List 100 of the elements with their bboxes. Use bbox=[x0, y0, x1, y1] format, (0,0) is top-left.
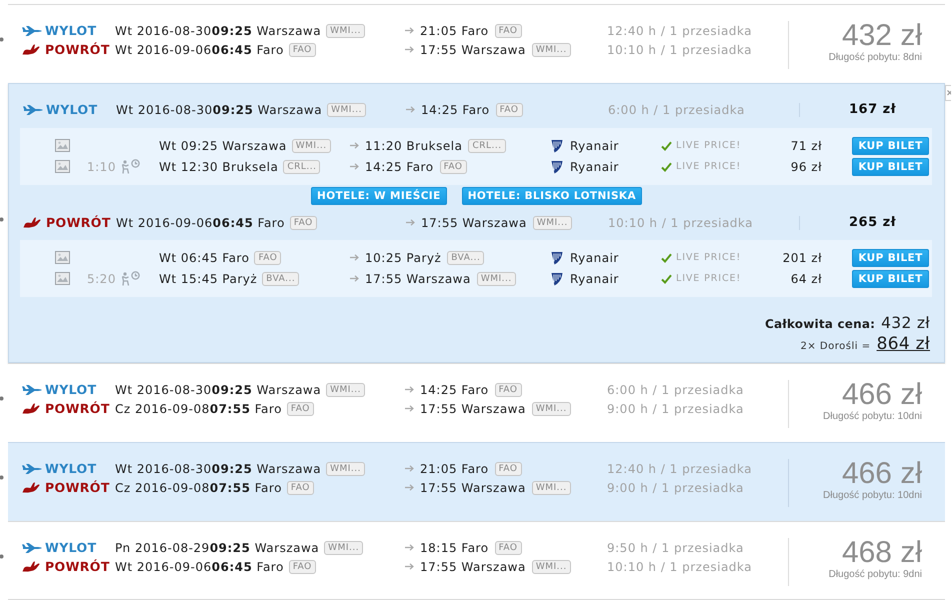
airport-tag: FAO bbox=[494, 462, 522, 476]
harp-icon bbox=[551, 160, 563, 174]
airport-tag: FAO bbox=[290, 216, 317, 230]
airport-tag: WMI... bbox=[326, 24, 366, 38]
leg-price: 265 zł bbox=[849, 215, 896, 230]
direction-label: POWRÓT bbox=[45, 559, 111, 574]
segment-price: 96 zł bbox=[790, 160, 822, 174]
airport-tag: WMI... bbox=[532, 560, 571, 574]
airport-tag: WMI... bbox=[327, 102, 366, 116]
buy-ticket-button[interactable]: KUP BILET bbox=[852, 158, 929, 176]
duration-text: 12:40 h / 1 przesiadka bbox=[607, 24, 752, 38]
arrow-icon bbox=[350, 142, 359, 149]
airline-name: Ryanair bbox=[570, 250, 619, 264]
layover-time: 1:10 bbox=[87, 160, 116, 174]
direction-label: POWRÓT bbox=[45, 480, 111, 495]
arrow-icon bbox=[405, 563, 414, 570]
airport-tag: WMI... bbox=[532, 42, 571, 56]
direction-label: WYLOT bbox=[45, 23, 98, 38]
departure-text: Wt 2016-08-3009:25 Warszawa bbox=[116, 102, 322, 116]
live-price-label: LIVE PRICE! bbox=[676, 252, 742, 263]
duration-text: 12:40 h / 1 przesiadka bbox=[607, 462, 752, 476]
airport-tag: WMI... bbox=[476, 272, 516, 286]
airport-tag: FAO bbox=[440, 160, 466, 174]
segment-price: 201 zł bbox=[782, 250, 822, 264]
airport-tag: WMI... bbox=[532, 480, 571, 494]
harp-icon bbox=[551, 138, 563, 152]
segment-arrival: 14:25 Faro bbox=[365, 160, 434, 174]
hotel-button[interactable]: HOTELE: BLISKO LOTNISKA bbox=[462, 187, 642, 205]
arrow-icon bbox=[405, 405, 414, 412]
airport-tag: FAO bbox=[494, 382, 522, 396]
check-icon bbox=[661, 162, 672, 172]
departure-text: Wt 2016-08-3009:25 Warszawa bbox=[115, 382, 322, 396]
buy-ticket-button[interactable]: KUP BILET bbox=[852, 270, 929, 288]
direction-label: POWRÓT bbox=[45, 42, 111, 57]
arrival-text: 17:55 Warszawa bbox=[420, 42, 526, 56]
close-icon[interactable] bbox=[945, 85, 951, 101]
flight-result-card[interactable]: WYLOT Wt 2016-08-3009:25 Warszawa WMI... 21:05 Faro FAO 12:40 h / 1 przesiadka POWRÓT Cz 2016-09-0807:55 Faro FAO 17:55 Warszawa WMI... 9:00 h / 1 przesiadka 466 zł Długość pobytu: 10dni bbox=[8, 442, 945, 521]
arrow-icon bbox=[405, 46, 414, 53]
buy-ticket-button[interactable]: KUP BILET bbox=[852, 248, 929, 266]
check-icon bbox=[661, 274, 672, 284]
segment-price: 64 zł bbox=[790, 272, 822, 286]
bullet-icon bbox=[0, 37, 4, 42]
live-price-label: LIVE PRICE! bbox=[676, 273, 742, 284]
segment-departure: Wt 12:30 Bruksela bbox=[159, 160, 278, 174]
airport-tag: CRL... bbox=[283, 160, 320, 174]
price-text: 432 zł bbox=[842, 21, 922, 51]
stay-length-text: Długość pobytu: 9dni bbox=[828, 568, 922, 582]
arrival-text: 14:25 Faro bbox=[420, 382, 489, 396]
direction-label: POWRÓT bbox=[45, 401, 111, 416]
departure-text: Wt 2016-09-0606:45 Faro bbox=[116, 216, 285, 230]
direction-label: WYLOT bbox=[45, 461, 98, 476]
duration-text: 9:50 h / 1 przesiadka bbox=[607, 540, 744, 554]
departure-text: Wt 2016-09-0606:45 Faro bbox=[115, 560, 284, 574]
duration-text: 9:00 h / 1 przesiadka bbox=[607, 402, 744, 416]
airport-tag: FAO bbox=[254, 250, 282, 264]
arrival-text: 21:05 Faro bbox=[420, 462, 489, 476]
segment-arrival: 11:20 Bruksela bbox=[365, 138, 462, 152]
image-icon bbox=[55, 160, 70, 173]
plane-icon bbox=[22, 542, 42, 552]
duration-text: 10:10 h / 1 przesiadka bbox=[607, 42, 752, 56]
live-price-label: LIVE PRICE! bbox=[676, 140, 742, 151]
image-icon bbox=[55, 272, 70, 285]
segment-arrival: 10:25 Paryż bbox=[365, 250, 442, 264]
direction-label: POWRÓT bbox=[46, 215, 112, 230]
arrival-text: 18:15 Faro bbox=[420, 540, 489, 554]
arrival-text: 21:05 Faro bbox=[420, 24, 489, 38]
departure-text: Pn 2016-08-2909:25 Warszawa bbox=[115, 540, 320, 554]
total-price: 432 zł bbox=[881, 314, 930, 332]
check-icon bbox=[661, 140, 672, 150]
airport-tag: WMI... bbox=[532, 216, 572, 230]
harp-icon bbox=[551, 250, 563, 264]
arrow-icon bbox=[405, 484, 414, 491]
plane-icon bbox=[22, 403, 40, 414]
airport-tag: BVA... bbox=[447, 250, 484, 264]
plane-icon bbox=[22, 44, 40, 55]
stay-length-text: Długość pobytu: 10dni bbox=[823, 410, 922, 424]
hotel-button[interactable]: HOTELE: W MIEŚCIE bbox=[311, 187, 447, 205]
person-clock-icon bbox=[120, 271, 140, 286]
plane-icon bbox=[23, 104, 43, 114]
airport-tag: FAO bbox=[288, 560, 316, 574]
buy-ticket-button[interactable]: KUP BILET bbox=[852, 136, 929, 154]
airport-tag: WMI... bbox=[326, 382, 366, 396]
arrival-text: 17:55 Warszawa bbox=[421, 216, 527, 230]
segment-arrival: 17:55 Warszawa bbox=[365, 272, 471, 286]
price-text: 468 zł bbox=[842, 538, 922, 568]
duration-text: 9:00 h / 1 przesiadka bbox=[607, 480, 744, 494]
price-text: 466 zł bbox=[842, 459, 922, 489]
airport-tag: FAO bbox=[286, 480, 314, 494]
stay-length-text: Długość pobytu: 10dni bbox=[823, 489, 922, 503]
segment-price: 71 zł bbox=[790, 138, 822, 152]
person-clock-icon bbox=[120, 159, 140, 174]
flight-result-card[interactable]: WYLOT Pn 2016-08-2909:25 Warszawa WMI... 18:15 Faro FAO 9:50 h / 1 przesiadka POWRÓT Wt 2016-09-0606:45 Faro FAO 17:55 Warszawa WMI... 10:10 h / 1 przesiadka 468 zł Długość pobytu: 9dni bbox=[8, 521, 945, 600]
arrival-text: 17:55 Warszawa bbox=[420, 560, 526, 574]
departure-text: Cz 2016-09-0807:55 Faro bbox=[115, 480, 282, 494]
stay-length-text: Długość pobytu: 8dni bbox=[828, 51, 922, 65]
image-icon bbox=[55, 139, 70, 152]
arrow-icon bbox=[405, 386, 414, 393]
bullet-icon bbox=[0, 216, 4, 222]
arrow-icon bbox=[350, 275, 359, 282]
departure-text: Cz 2016-09-0807:55 Faro bbox=[115, 402, 282, 416]
